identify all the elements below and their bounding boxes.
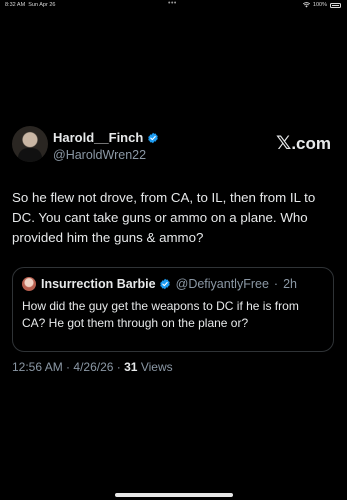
quote-text: How did the guy get the weapons to DC if… (22, 299, 299, 330)
author-display-name[interactable]: Harold__Finch (53, 130, 143, 145)
wifi-icon (302, 2, 310, 8)
tweet-text: So he flew not drove, from CA, to IL, th… (12, 190, 316, 245)
verified-badge-icon (159, 278, 170, 290)
quote-age: 2h (283, 277, 297, 291)
home-indicator[interactable] (115, 493, 233, 497)
status-time: 8:32 AM (5, 2, 26, 8)
tweet-meta: 12:56 AM · 4/26/26 · 31 Views (12, 360, 173, 374)
status-date: Sun Apr 26 (28, 2, 56, 8)
meta-separator: · (116, 360, 121, 374)
quote-avatar (22, 277, 36, 291)
tweet-time[interactable]: 12:56 AM (12, 360, 63, 374)
author-handle[interactable]: @HaroldWren22 (53, 148, 146, 162)
status-right: 100% (302, 2, 341, 8)
views-label: Views (140, 360, 173, 374)
quote-display-name: Insurrection Barbie (41, 277, 156, 291)
x-logo-text: .com (291, 133, 331, 153)
views-count: 31 (124, 360, 138, 374)
status-bar: 8:32 AM Sun Apr 26 ••• 100% (0, 0, 347, 12)
avatar[interactable] (12, 126, 48, 162)
tweet-date[interactable]: 4/26/26 (73, 360, 113, 374)
tweet-header: Harold__Finch @HaroldWren22 𝕏 .com (12, 126, 337, 166)
quote-author-row: Insurrection Barbie @DefiyantlyFree · 2h (41, 277, 297, 291)
battery-icon (330, 2, 341, 8)
status-dots: ••• (168, 0, 177, 7)
battery-percent: 100% (312, 2, 327, 8)
status-time-date: 8:32 AM Sun Apr 26 (5, 2, 55, 8)
x-logo: 𝕏 .com (276, 132, 331, 155)
quote-separator: · (273, 277, 279, 291)
verified-badge-icon (148, 132, 159, 143)
quote-handle: @DefiyantlyFree (175, 277, 269, 291)
meta-separator: · (66, 360, 71, 374)
author-name-row[interactable]: Harold__Finch (53, 130, 159, 145)
x-logo-mark: 𝕏 (276, 133, 292, 154)
quoted-tweet[interactable]: Insurrection Barbie @DefiyantlyFree · 2h… (12, 267, 334, 352)
